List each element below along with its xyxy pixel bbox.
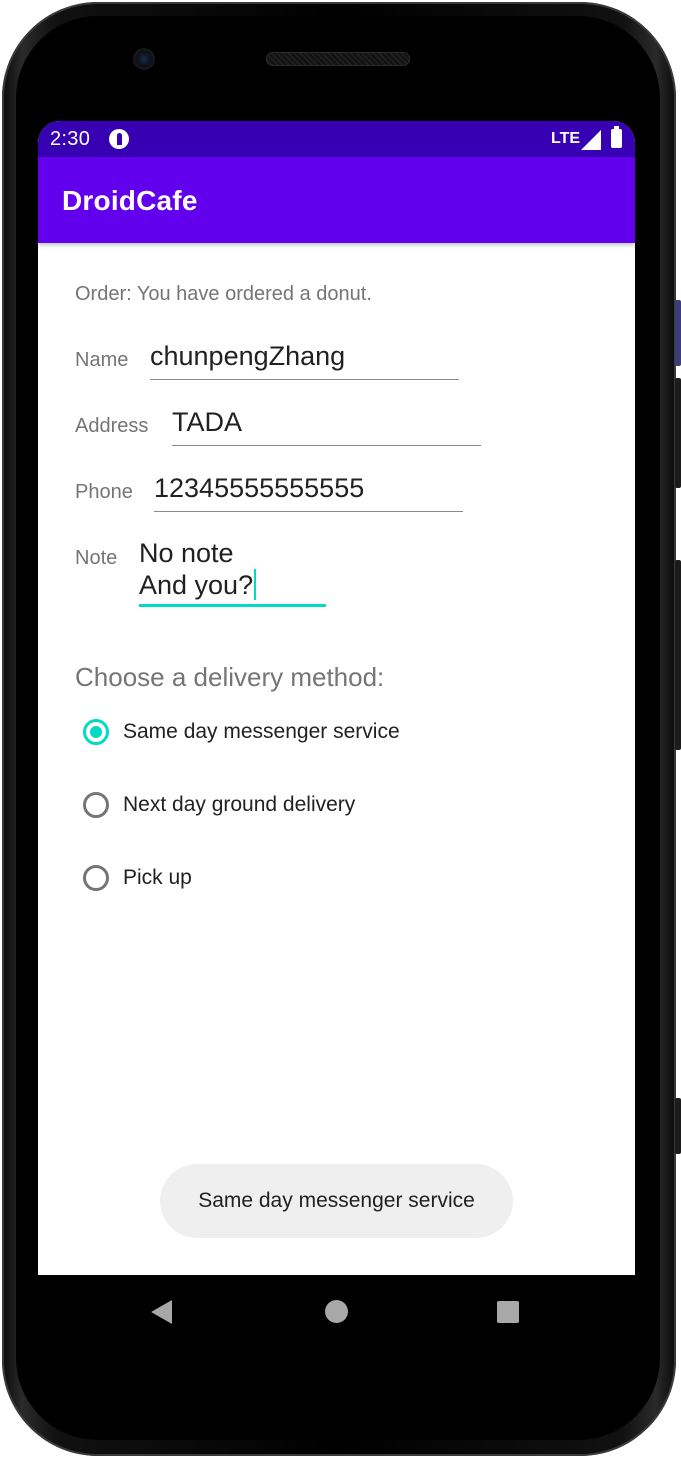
note-label: Note [75, 547, 118, 569]
earpiece-speaker [266, 52, 410, 66]
address-field[interactable]: TADA [172, 405, 481, 446]
front-camera [133, 48, 155, 70]
radio-checked-icon[interactable] [83, 719, 109, 745]
recents-square-icon[interactable] [497, 1301, 519, 1323]
radio-next-day[interactable]: Next day ground delivery [83, 788, 563, 828]
toast-message: Same day messenger service [160, 1164, 513, 1238]
volume-button [675, 378, 681, 488]
power-button [675, 560, 681, 750]
note-field[interactable]: No note And you? [139, 537, 326, 607]
battery-icon [611, 126, 622, 148]
note-line-2: And you? [139, 569, 326, 601]
delivery-title: Choose a delivery method: [75, 662, 385, 692]
radio-unchecked-icon[interactable] [83, 865, 109, 891]
app-toolbar: DroidCafe [38, 157, 635, 243]
order-message: Order: You have ordered a donut. [75, 283, 372, 305]
radio-same-day[interactable]: Same day messenger service [83, 715, 563, 755]
device-side-button-lower [675, 1098, 681, 1154]
name-field[interactable]: chunpengZhang [150, 339, 459, 380]
note-line-2-text: And you? [139, 570, 254, 600]
phone-label: Phone [75, 481, 133, 503]
system-nav-bar [38, 1275, 635, 1349]
radio-pick-up[interactable]: Pick up [83, 861, 563, 901]
radio-label-next-day: Next day ground delivery [123, 793, 356, 816]
radio-label-same-day: Same day messenger service [123, 720, 400, 743]
app-title: DroidCafe [62, 185, 198, 216]
phone-device: 2:30 LTE DroidCafe Order: You have order… [0, 0, 681, 1460]
back-triangle-icon[interactable] [151, 1300, 172, 1324]
address-label: Address [75, 415, 149, 437]
text-cursor [254, 569, 257, 600]
radio-label-pick-up: Pick up [123, 866, 192, 889]
network-type: LTE [551, 130, 581, 147]
name-label: Name [75, 349, 129, 371]
note-line-1: No note [139, 538, 234, 568]
cell-signal-icon [581, 130, 601, 150]
device-side-button [675, 300, 681, 366]
app-notification-icon [109, 129, 129, 149]
radio-unchecked-icon[interactable] [83, 792, 109, 818]
phone-field[interactable]: 12345555555555 [154, 471, 463, 512]
status-time: 2:30 [50, 128, 91, 150]
home-circle-icon[interactable] [325, 1300, 348, 1323]
app-screen: 2:30 LTE DroidCafe Order: You have order… [38, 121, 635, 1275]
status-bar: 2:30 LTE [38, 121, 635, 157]
